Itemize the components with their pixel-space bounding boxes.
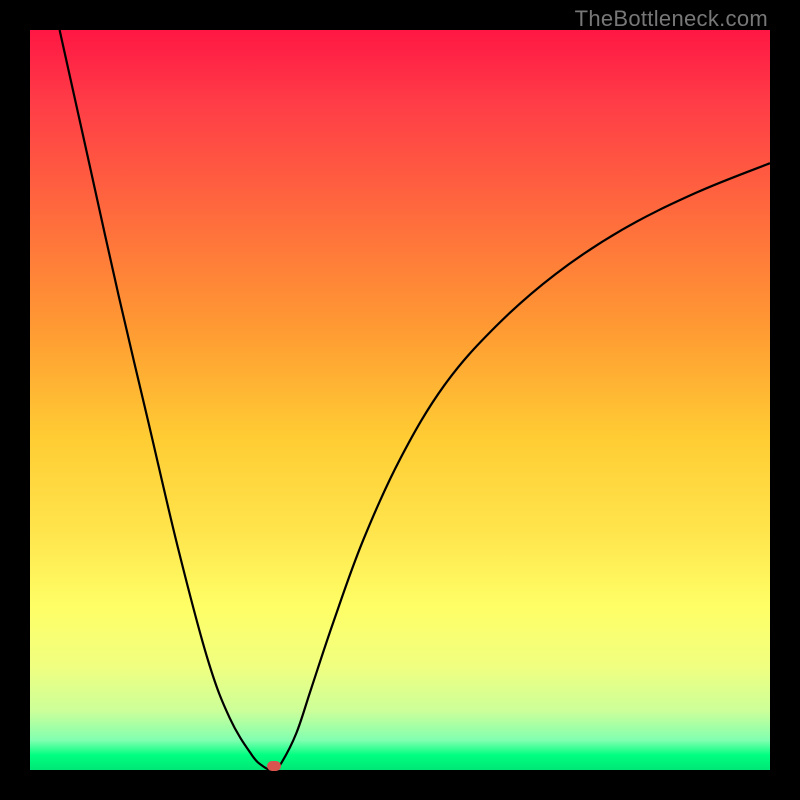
watermark-text: TheBottleneck.com — [575, 6, 768, 32]
optimal-point-marker — [267, 761, 281, 771]
curve-right-branch — [274, 163, 770, 770]
chart-frame: TheBottleneck.com — [0, 0, 800, 800]
bottleneck-curve — [30, 30, 770, 770]
curve-left-branch — [60, 30, 275, 770]
